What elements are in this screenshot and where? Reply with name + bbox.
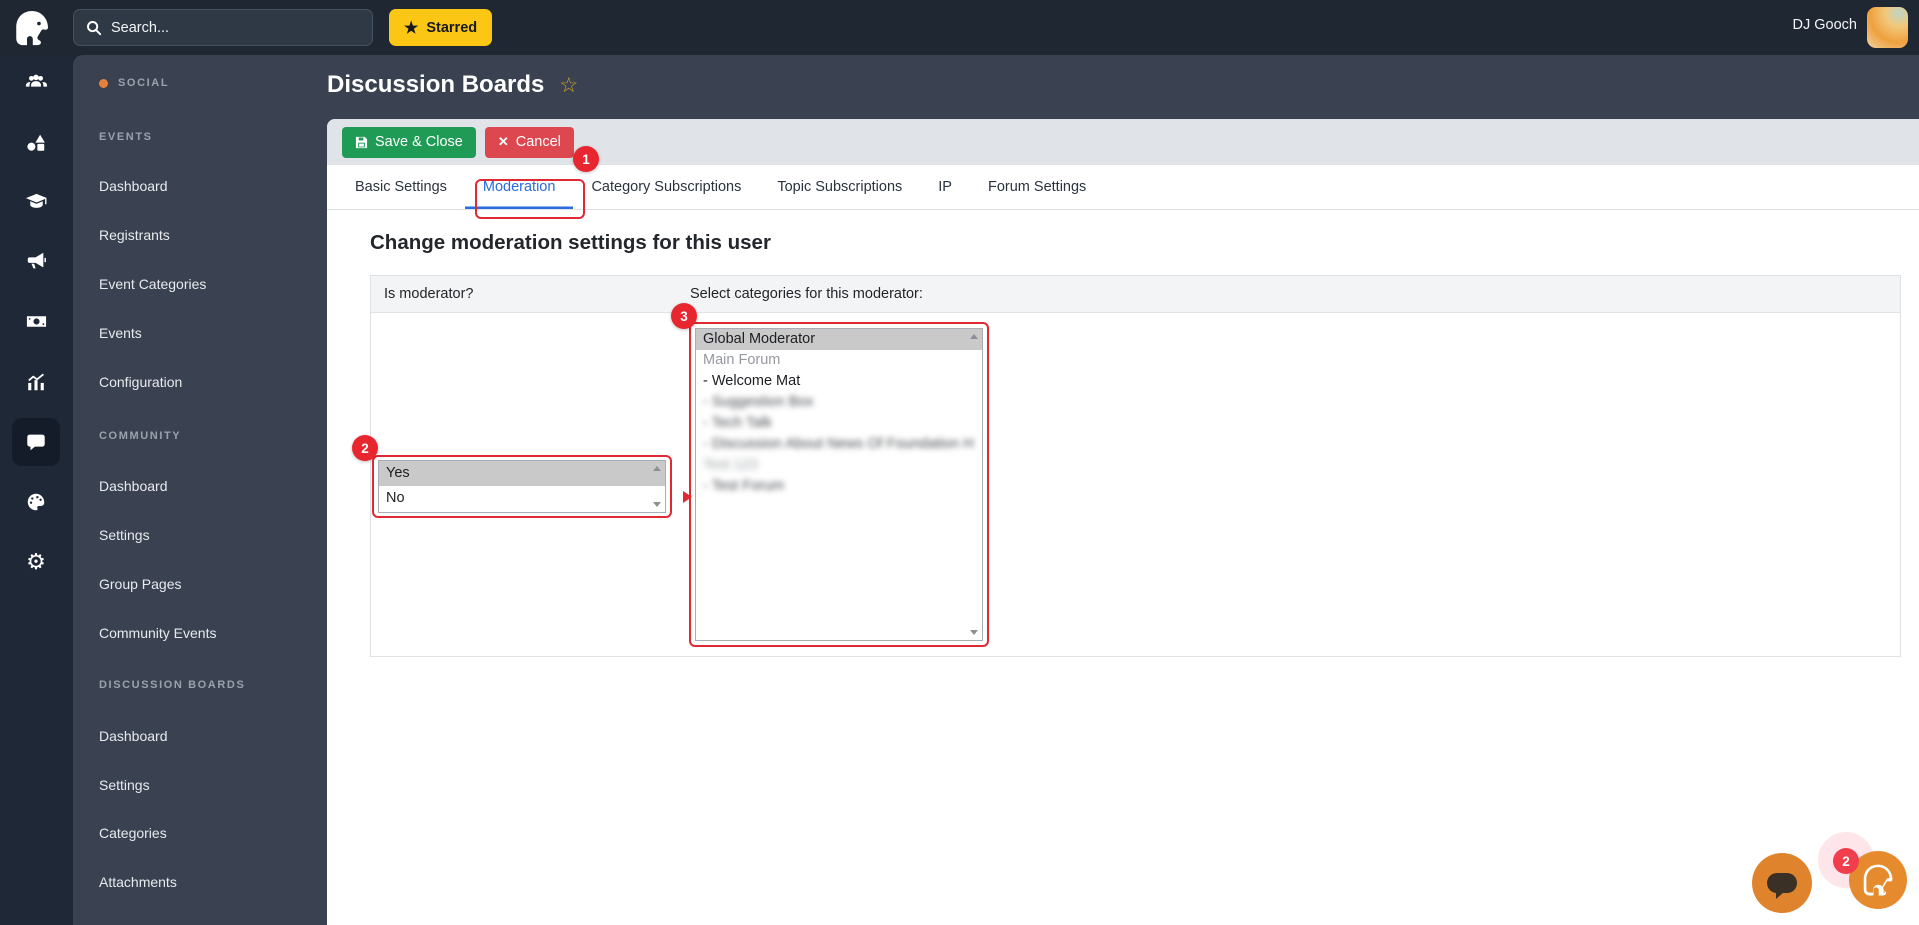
col-header-select-categories: Select categories for this moderator: [690,286,923,302]
save-icon [355,136,368,148]
main-area: SOCIAL EVENTS Dashboard Registrants Even… [73,55,1919,925]
option-blurred-5[interactable]: - Test Forum [696,476,982,497]
scroll-up-arrow[interactable] [653,466,661,471]
user-name: DJ Gooch [1792,17,1857,33]
palette-icon[interactable] [16,482,56,522]
star-icon: ★ [404,19,419,37]
sidebar-section-discussion-boards: DISCUSSION BOARDS [99,679,246,691]
chat-unread-badge: 2 [1833,848,1859,874]
option-welcome-mat[interactable]: - Welcome Mat [696,371,982,392]
scroll-down-arrow[interactable] [970,630,978,635]
option-blurred-1[interactable]: - Suggestion Box [696,392,982,413]
toolbar: Save & Close ✕ Cancel [327,119,1919,165]
sidebar-item-db-dashboard[interactable]: Dashboard [99,724,168,748]
search-box [73,9,373,46]
content-panel: Save & Close ✕ Cancel Basic Settings Mod… [327,119,1919,925]
sidebar-item-events-dashboard[interactable]: Dashboard [99,174,168,198]
tab-moderation[interactable]: Moderation [465,165,574,209]
chart-icon[interactable] [16,362,56,402]
search-input[interactable] [111,19,360,36]
sidebar-item-db-categories[interactable]: Categories [99,821,167,845]
favorite-star-icon[interactable]: ☆ [559,73,578,98]
col-header-is-moderator: Is moderator? [384,286,474,302]
sidebar-item-community-events[interactable]: Community Events [99,621,216,645]
sidebar-item-event-categories[interactable]: Event Categories [99,272,206,296]
gear-icon[interactable]: ⚙ [16,542,56,582]
is-moderator-listbox[interactable]: Yes No [378,460,666,513]
section-heading: Change moderation settings for this user [370,231,771,254]
option-blurred-3[interactable]: - Discussion About News Of Foundation H [696,434,982,455]
option-blurred-4[interactable]: Test 123 [696,455,982,476]
scroll-up-arrow[interactable] [970,334,978,339]
option-no[interactable]: No [379,486,665,511]
sidebar-item-configuration[interactable]: Configuration [99,370,182,394]
sidebar-section-label: SOCIAL [118,77,170,89]
page-title-row: Discussion Boards ☆ [327,71,578,99]
top-bar: ★ Starred DJ Gooch [0,0,1919,55]
megaphone-icon[interactable] [16,241,56,281]
option-blurred-2[interactable]: - Tech Talk [696,413,982,434]
sidebar-item-registrants[interactable]: Registrants [99,223,170,247]
orange-dot-icon [99,78,108,88]
tab-forum-settings[interactable]: Forum Settings [970,165,1104,209]
money-icon[interactable] [16,301,56,341]
starred-button[interactable]: ★ Starred [389,9,493,46]
option-global-moderator[interactable]: Global Moderator [696,329,982,350]
page-title: Discussion Boards [327,71,545,98]
tab-bar: Basic Settings Moderation Category Subsc… [327,165,1919,210]
tab-category-subscriptions[interactable]: Category Subscriptions [573,165,759,209]
scroll-down-arrow[interactable] [653,502,661,507]
elephant-logo-icon [16,10,49,46]
table-header-row: Is moderator? Select categories for this… [371,276,1900,313]
starred-label: Starred [426,19,478,36]
icon-rail: ⚙ [0,55,73,925]
sidebar-section-events: EVENTS [99,131,153,143]
chat-icon[interactable] [16,422,56,462]
sidebar-item-db-attachments[interactable]: Attachments [99,870,177,894]
sidebar-item-group-pages[interactable]: Group Pages [99,572,182,596]
chat-widget-button[interactable] [1752,853,1812,913]
sidebar-item-events[interactable]: Events [99,321,142,345]
shapes-icon[interactable] [16,123,56,163]
tab-basic-settings[interactable]: Basic Settings [337,165,465,209]
tab-topic-subscriptions[interactable]: Topic Subscriptions [759,165,920,209]
elephant-icon [1863,864,1893,896]
graduation-cap-icon[interactable] [16,181,56,221]
chat-bubble-icon [1767,873,1797,899]
close-icon: ✕ [497,134,509,149]
sidebar-item-community-dashboard[interactable]: Dashboard [99,474,168,498]
cancel-button[interactable]: ✕ Cancel [484,126,574,158]
option-main-forum[interactable]: Main Forum [696,350,982,371]
categories-listbox[interactable]: Global Moderator Main Forum - Welcome Ma… [695,328,983,641]
save-close-button[interactable]: Save & Close [342,126,476,158]
sidebar-section-social[interactable]: SOCIAL [99,71,169,95]
search-icon [87,20,102,35]
option-yes[interactable]: Yes [379,461,665,486]
users-icon[interactable] [16,62,56,102]
sidebar-item-community-settings[interactable]: Settings [99,523,150,547]
sidebar-section-community: COMMUNITY [99,430,182,442]
sidebar-item-db-settings[interactable]: Settings [99,773,150,797]
avatar[interactable] [1867,7,1908,48]
tab-ip[interactable]: IP [920,165,970,209]
